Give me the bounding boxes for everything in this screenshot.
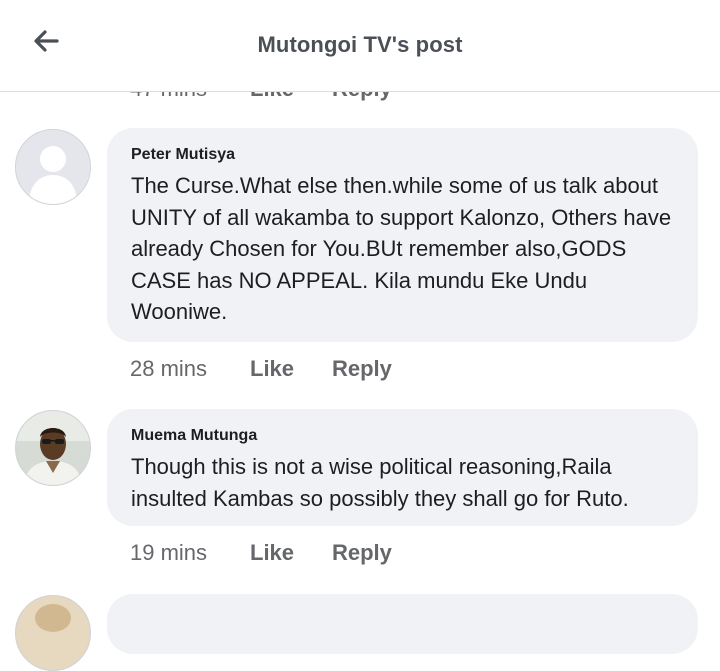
- comment-bubble: Muema Mutunga Though this is not a wise …: [107, 409, 698, 526]
- like-button[interactable]: Like: [250, 356, 294, 382]
- page-title: Mutongoi TV's post: [257, 32, 463, 57]
- avatar-default[interactable]: [15, 129, 91, 205]
- comment-bubble: Peter Mutisya The Curse.What else then.w…: [107, 128, 698, 342]
- default-profile-icon: [16, 130, 90, 204]
- avatar-photo[interactable]: [15, 410, 91, 486]
- avatar-photo[interactable]: [15, 595, 91, 671]
- reply-button[interactable]: Reply: [332, 540, 392, 566]
- like-button[interactable]: Like: [250, 540, 294, 566]
- comment-text: Though this is not a wise political reas…: [131, 454, 629, 511]
- comment-author[interactable]: Peter Mutisya: [131, 146, 676, 164]
- reply-button[interactable]: Reply: [332, 356, 392, 382]
- top-bar: Mutongoi TV's post: [0, 0, 720, 92]
- user-photo-icon: [16, 596, 90, 670]
- comment-author[interactable]: Muema Mutunga: [131, 427, 676, 445]
- comment-time: 28 mins: [130, 356, 208, 381]
- comment-text: The Curse.What else then.while some of u…: [131, 173, 672, 324]
- user-photo-icon: [16, 411, 90, 485]
- comment-time: 19 mins: [130, 540, 208, 565]
- comment-bubble: [107, 594, 698, 654]
